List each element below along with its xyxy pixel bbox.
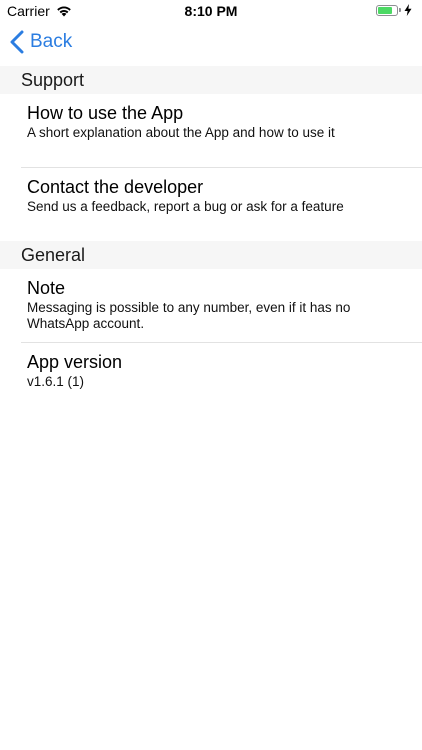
back-label: Back xyxy=(30,31,73,52)
row-subtitle: Send us a feedback, report a bug or ask … xyxy=(27,199,344,214)
row-title: App version xyxy=(27,352,123,372)
row-subtitle: A short explanation about the App and ho… xyxy=(27,125,335,140)
row-note[interactable]: Note Messaging is possible to any number… xyxy=(0,278,422,332)
section-header-support: Support xyxy=(0,66,422,94)
row-title: Note xyxy=(27,278,66,298)
section-header-general: General xyxy=(0,241,422,269)
row-separator xyxy=(21,342,422,343)
row-how-to-use[interactable]: How to use the App A short explanation a… xyxy=(0,103,422,141)
row-contact-developer[interactable]: Contact the developer Send us a feedback… xyxy=(0,177,422,215)
row-subtitle: v1.6.1 (1) xyxy=(27,374,85,389)
status-time: 8:10 PM xyxy=(184,3,238,19)
navigation-bar: Back xyxy=(0,24,422,66)
bolt-icon xyxy=(404,4,412,16)
row-subtitle: Messaging is possible to any number, eve… xyxy=(27,300,351,331)
row-separator xyxy=(21,167,422,168)
battery-indicator xyxy=(376,4,412,16)
row-title: Contact the developer xyxy=(27,177,204,197)
back-button[interactable]: Back xyxy=(10,30,72,54)
battery-icon xyxy=(376,4,398,16)
row-title: How to use the App xyxy=(27,103,184,123)
chevron-left-icon xyxy=(10,30,24,54)
battery-cap xyxy=(399,8,401,12)
status-bar: Carrier 8:10 PM xyxy=(0,0,422,24)
battery-level-fill xyxy=(378,6,393,14)
row-app-version[interactable]: App version v1.6.1 (1) xyxy=(0,352,422,390)
